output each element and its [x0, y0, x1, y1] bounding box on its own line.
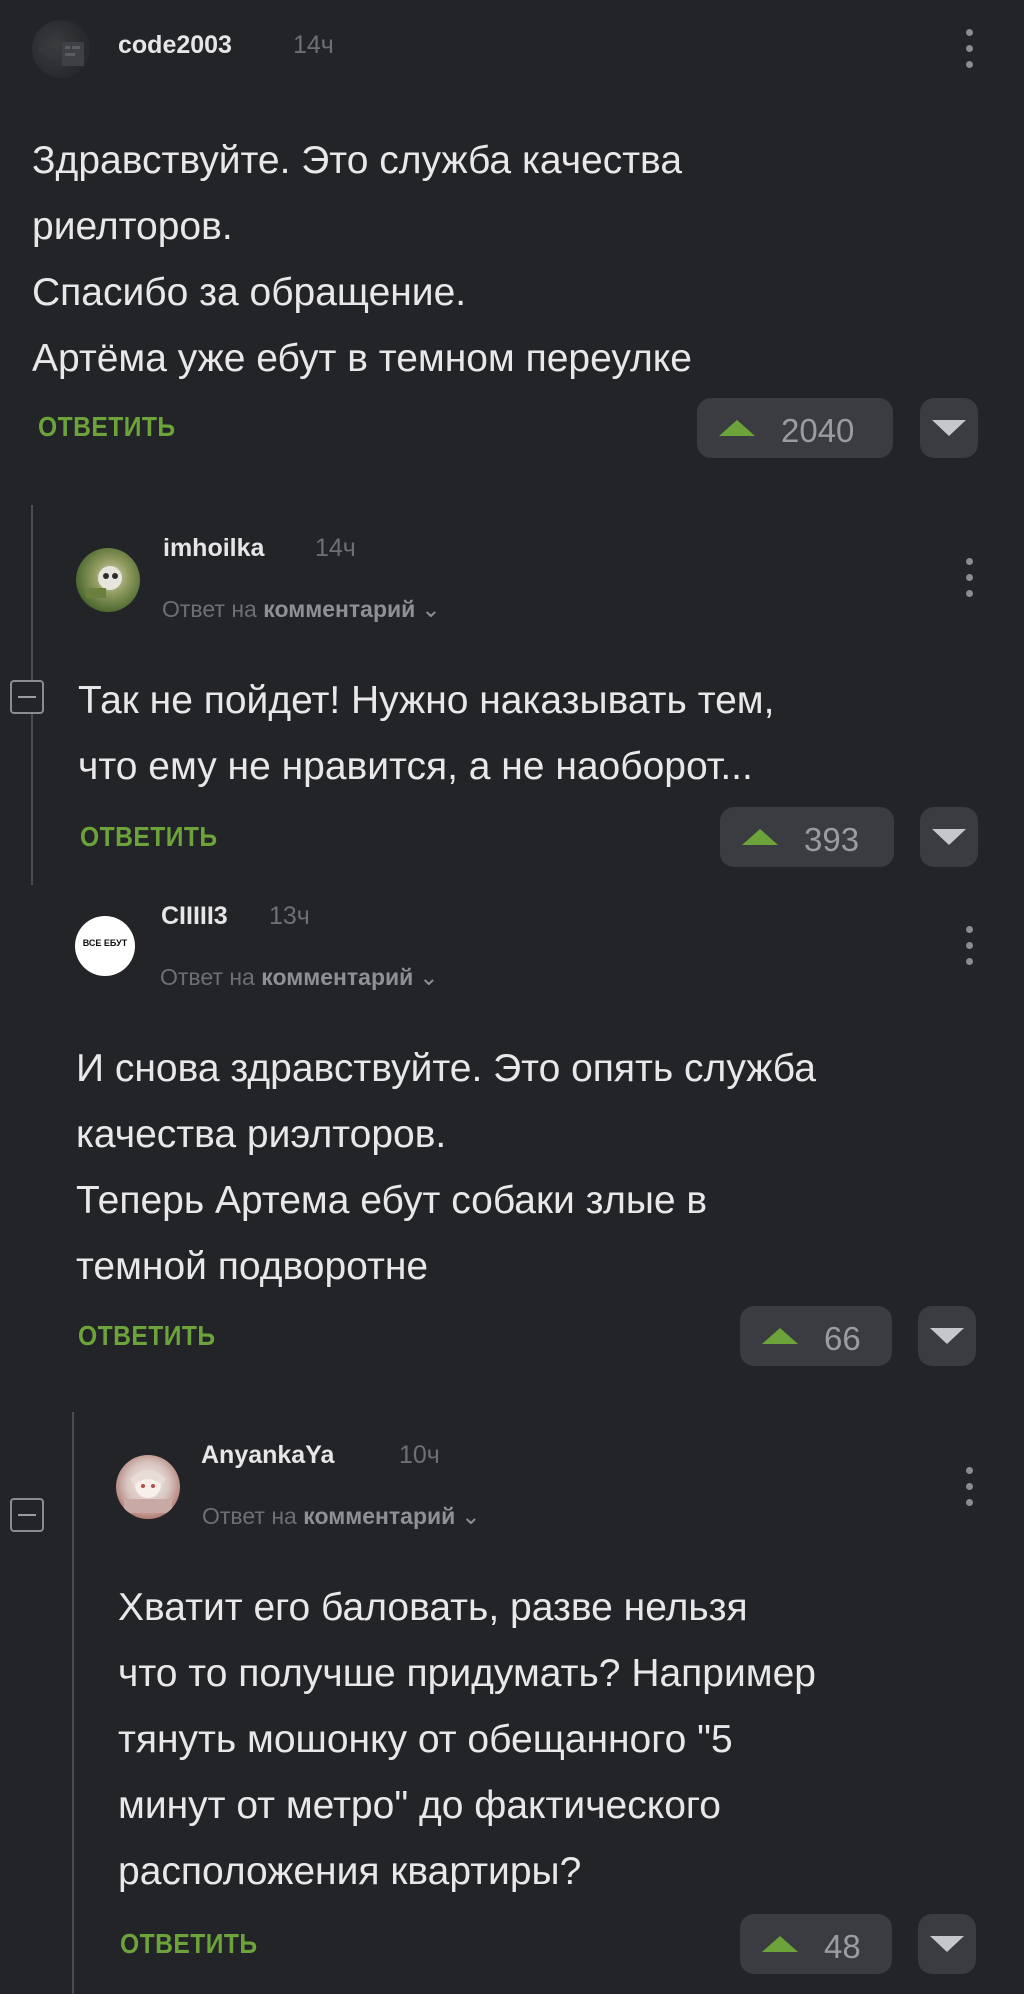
reply-to-prefix: Ответ на [202, 1503, 297, 1529]
comment-time: 14ч [293, 31, 334, 59]
comment-text-line: тянуть мошонку от обещанного "5 [118, 1718, 733, 1761]
comment-text-line: Здравствуйте. Это служба качества [32, 139, 683, 182]
downvote-button[interactable] [918, 1914, 976, 1974]
upvote-button[interactable]: 2040 [697, 398, 893, 458]
avatar-image-icon [86, 566, 122, 598]
upvote-button[interactable]: 393 [720, 807, 894, 867]
rating-count: 66 [824, 1320, 861, 1357]
comment-text-line: Хватит его баловать, разве нельзя [118, 1586, 748, 1629]
avatar[interactable]: ВСЕ ЕБУТ [75, 916, 135, 976]
comment: imhoilka 14ч Ответ на комментарий ⌄ Так н… [0, 520, 1024, 880]
upvote-button[interactable]: 48 [740, 1914, 892, 1974]
avatar-text: ВСЕ ЕБУТ [82, 938, 128, 948]
reply-to-target: комментарий [303, 1503, 456, 1529]
comment: code2003 14ч Здравствуйте. Это служба ка… [0, 0, 1024, 480]
reply-to-target: комментарий [261, 964, 414, 990]
avatar-image-icon [124, 1470, 172, 1513]
comments-screen: code2003 14ч Здравствуйте. Это служба ка… [0, 0, 1024, 1994]
downvote-button[interactable] [920, 398, 978, 458]
reply-button[interactable]: ОТВЕТИТЬ [120, 1928, 258, 1960]
comment: ВСЕ ЕБУТ CIIIII3 13ч Ответ на комментари… [0, 890, 1024, 1390]
chevron-down-icon: ⌄ [419, 964, 439, 990]
comment-time: 14ч [315, 534, 356, 562]
comment-text-line: Теперь Артема ебут собаки злые в [76, 1179, 708, 1222]
more-options-icon[interactable] [963, 558, 975, 598]
comment-author[interactable]: code2003 [118, 31, 232, 60]
more-options-icon[interactable] [963, 926, 975, 966]
comment-text-line: темной подворотне [76, 1245, 429, 1288]
avatar[interactable] [32, 20, 90, 78]
comment-text: И снова здравствуйте. Это опять служба к… [76, 1036, 816, 1300]
avatar[interactable] [76, 548, 140, 612]
chevron-down-icon: ⌄ [461, 1503, 481, 1529]
downvote-button[interactable] [918, 1306, 976, 1366]
rating-count: 48 [824, 1928, 861, 1965]
comment-text-line: Спасибо за обращение. [32, 271, 467, 314]
upvote-arrow-icon [762, 1328, 798, 1344]
more-options-icon[interactable] [963, 1467, 975, 1507]
comment-text-line: риелторов. [32, 205, 233, 248]
reply-button[interactable]: ОТВЕТИТЬ [78, 1320, 216, 1352]
comment-text-line: что то получше придумать? Например [118, 1652, 816, 1695]
comment-text-line: что ему не нравится, а не наоборот... [78, 745, 753, 788]
upvote-button[interactable]: 66 [740, 1306, 892, 1366]
comment-text-line: Артёма уже ебут в темном переулке [32, 337, 692, 380]
downvote-button[interactable] [920, 807, 978, 867]
avatar[interactable] [116, 1455, 180, 1519]
comment-text-line: Так не пойдет! Нужно наказывать тем, [78, 679, 775, 722]
comment-text: Здравствуйте. Это служба качества риелто… [32, 128, 692, 392]
chevron-down-icon: ⌄ [421, 596, 441, 622]
comment-author[interactable]: AnyankaYa [201, 1441, 334, 1470]
reply-to-prefix: Ответ на [162, 596, 257, 622]
comment-text-line: минут от метро" до фактического [118, 1784, 721, 1827]
reply-button[interactable]: ОТВЕТИТЬ [38, 411, 176, 443]
reply-to-target: комментарий [263, 596, 416, 622]
comment-author[interactable]: imhoilka [163, 534, 264, 563]
comment: AnyankaYa 10ч Ответ на комментарий ⌄ Хват… [0, 1425, 1024, 1994]
comment-text-line: И снова здравствуйте. Это опять служба [76, 1047, 816, 1090]
more-options-icon[interactable] [963, 29, 975, 69]
comment-text: Хватит его баловать, разве нельзя что то… [118, 1575, 816, 1905]
reply-to-link[interactable]: Ответ на комментарий ⌄ [162, 596, 441, 623]
upvote-arrow-icon [719, 420, 755, 436]
rating-count: 2040 [781, 412, 855, 449]
comment-author[interactable]: CIIIII3 [161, 902, 228, 931]
upvote-arrow-icon [742, 829, 778, 845]
reply-to-link[interactable]: Ответ на комментарий ⌄ [160, 964, 439, 991]
comment-text-line: качества риэлторов. [76, 1113, 447, 1156]
comment-time: 10ч [399, 1441, 440, 1469]
comment-time: 13ч [269, 902, 310, 930]
rating-count: 393 [804, 821, 860, 858]
comment-text-line: расположения квартиры? [118, 1850, 582, 1893]
upvote-arrow-icon [762, 1936, 798, 1952]
reply-to-link[interactable]: Ответ на комментарий ⌄ [202, 1503, 481, 1530]
reply-button[interactable]: ОТВЕТИТЬ [80, 821, 218, 853]
avatar-image-icon [38, 42, 84, 66]
reply-to-prefix: Ответ на [160, 964, 255, 990]
comment-text: Так не пойдет! Нужно наказывать тем, что… [78, 668, 774, 800]
